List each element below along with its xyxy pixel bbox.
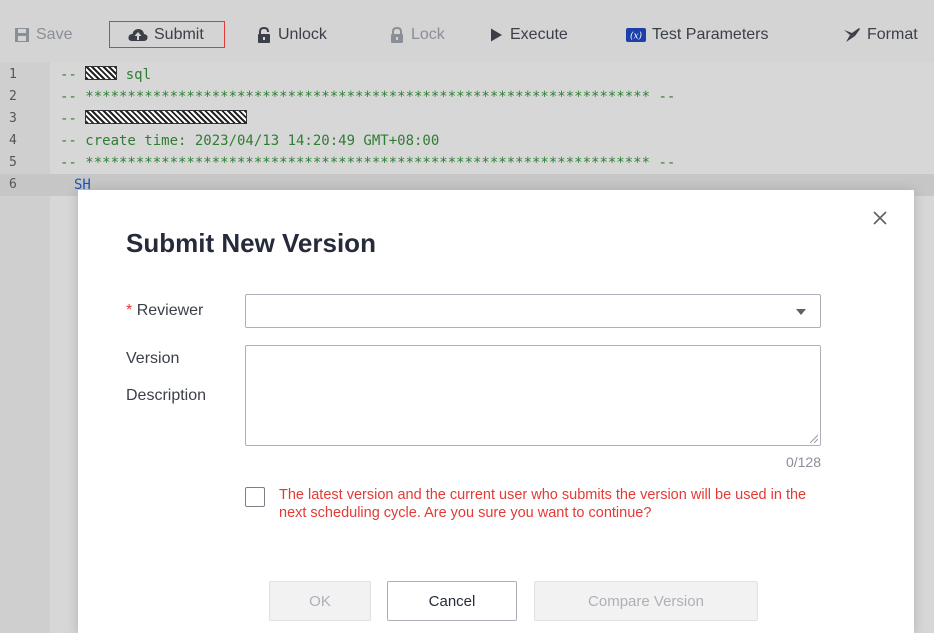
confirm-checkbox[interactable]: [245, 487, 265, 507]
test-parameters-button[interactable]: (x) Test Parameters: [626, 22, 768, 48]
char-counter: 0/128: [785, 454, 821, 470]
cloud-upload-icon: [128, 28, 148, 41]
save-label: Save: [36, 26, 73, 43]
compare-version-button[interactable]: Compare Version: [534, 581, 758, 621]
execute-button[interactable]: Execute: [488, 22, 568, 48]
code-line: 2 -- ***********************************…: [0, 86, 934, 108]
redacted-text: [85, 110, 248, 124]
line-number: 6: [9, 177, 17, 192]
version-description-input[interactable]: [245, 345, 821, 446]
reviewer-label: * Reviewer: [126, 302, 203, 320]
line-content: -- create time: 2023/04/13 14:20:49 GMT+…: [60, 133, 440, 149]
comment-prefix: --: [60, 67, 86, 83]
lock-button[interactable]: Lock: [389, 22, 445, 48]
code-text: -- sql: [60, 64, 151, 86]
line-content: sql: [117, 67, 152, 83]
lock-label: Lock: [411, 26, 445, 43]
reviewer-label-text: Reviewer: [136, 302, 204, 319]
svg-text:(x): (x): [630, 31, 643, 42]
ok-button[interactable]: OK: [269, 581, 371, 621]
submit-version-dialog: Submit New Version * Reviewer Version De…: [78, 190, 914, 633]
comment-prefix: --: [60, 111, 86, 127]
submit-label: Submit: [154, 25, 204, 43]
save-button[interactable]: Save: [14, 22, 72, 48]
unlock-button[interactable]: Unlock: [256, 22, 327, 48]
warning-text: The latest version and the current user …: [279, 487, 807, 521]
code-line: 1 -- sql: [0, 64, 934, 86]
line-number: 5: [9, 155, 17, 170]
line-number: 3: [9, 111, 17, 126]
code-text: --: [60, 108, 248, 130]
code-line: 3 --: [0, 108, 934, 130]
editor-toolbar: Save Submit Unlock Lock Execute (x) Test…: [0, 0, 934, 66]
reviewer-select[interactable]: [245, 294, 821, 328]
required-mark: *: [126, 302, 133, 319]
code-line: 5 -- ***********************************…: [0, 152, 934, 174]
resize-handle-icon[interactable]: [810, 435, 818, 443]
format-button[interactable]: Format: [843, 22, 918, 48]
line-number: 1: [9, 67, 17, 82]
lock-icon: [391, 27, 403, 43]
unlock-label: Unlock: [278, 26, 327, 43]
line-number: 4: [9, 133, 17, 148]
parameters-icon: (x): [626, 28, 646, 42]
chevron-down-icon: [796, 309, 806, 315]
description-label: Description: [126, 387, 207, 404]
line-content: -- *************************************…: [60, 155, 676, 171]
line-number: 2: [9, 89, 17, 104]
save-icon: [15, 28, 29, 42]
close-icon[interactable]: [872, 210, 888, 226]
line-content: -- *************************************…: [60, 89, 676, 105]
submit-button[interactable]: Submit: [109, 21, 225, 48]
dialog-title: Submit New Version: [126, 228, 376, 258]
format-label: Format: [867, 26, 918, 43]
code-line: 4 -- create time: 2023/04/13 14:20:49 GM…: [0, 130, 934, 152]
test-parameters-label: Test Parameters: [652, 26, 769, 43]
execute-label: Execute: [510, 26, 568, 43]
redacted-text: [85, 66, 118, 80]
unlock-icon: [258, 27, 270, 43]
play-icon: [491, 28, 502, 42]
version-label: Version: [126, 350, 180, 367]
format-brush-icon: [844, 28, 860, 42]
cancel-button[interactable]: Cancel: [387, 581, 517, 621]
